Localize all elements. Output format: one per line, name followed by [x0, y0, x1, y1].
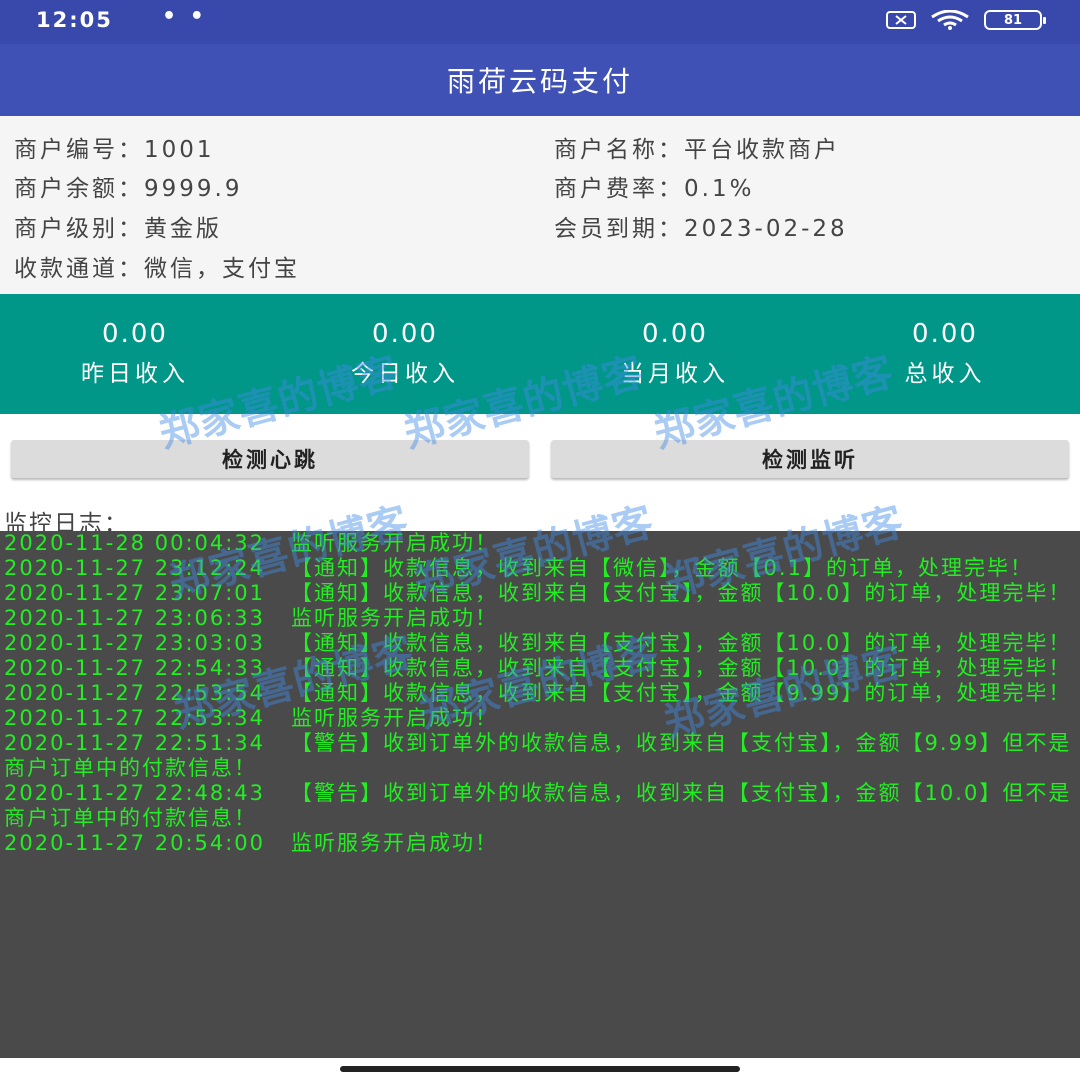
status-bar: 12:05 • • 81 [0, 0, 1080, 44]
merchant-info-panel: 商户编号：1001 商户名称：平台收款商户 商户余额：9999.9 商户费率：0… [0, 116, 1080, 294]
log-entry: 2020-11-27 22:53:34 监听服务开启成功！ [4, 706, 499, 730]
notification-dots: • • [162, 4, 207, 29]
app-title: 雨荷云码支付 [446, 65, 633, 98]
merchant-level: 商户级别：黄金版 [14, 216, 222, 242]
income-stats-panel: 0.00 昨日收入 0.00 今日收入 0.00 当月收入 0.00 总收入 [0, 294, 1080, 414]
log-panel[interactable]: 2020-11-28 00:04:32 监听服务开启成功！ 2020-11-27 … [0, 531, 1080, 1058]
log-entry: 2020-11-27 23:03:03 【通知】收款信息，收到来自【支付宝】，金… [4, 631, 1072, 655]
log-entry: 2020-11-27 22:48:43 【警告】收到订单外的收款信息，收到来自【… [4, 781, 1072, 830]
status-icons: 81 [886, 10, 1046, 30]
app-bar: 雨荷云码支付 [0, 44, 1080, 116]
check-heartbeat-button[interactable]: 检测心跳 [11, 440, 529, 478]
stat-total: 0.00 总收入 [810, 314, 1080, 394]
membership-expiry: 会员到期：2023-02-28 [554, 216, 848, 242]
merchant-id: 商户编号：1001 [14, 137, 215, 163]
stat-month: 0.00 当月收入 [540, 314, 810, 394]
log-entry: 2020-11-27 22:51:34 【警告】收到订单外的收款信息，收到来自【… [4, 731, 1072, 780]
log-entry: 2020-11-28 00:04:32 监听服务开启成功！ [4, 531, 499, 555]
stat-value: 0.00 [102, 319, 168, 349]
log-entry: 2020-11-27 23:06:33 监听服务开启成功！ [4, 606, 499, 630]
log-entry: 2020-11-27 22:53:54 【通知】收款信息，收到来自【支付宝】，金… [4, 681, 1072, 705]
stat-value: 0.00 [642, 319, 708, 349]
stat-value: 0.00 [912, 319, 978, 349]
wifi-icon [931, 10, 969, 30]
status-time: 12:05 [36, 8, 113, 32]
check-listener-button[interactable]: 检测监听 [551, 440, 1069, 478]
stat-yesterday: 0.00 昨日收入 [0, 314, 270, 394]
log-entry: 2020-11-27 23:12:24 【通知】收款信息，收到来自【微信】，金额… [4, 556, 1033, 580]
stat-today: 0.00 今日收入 [270, 314, 540, 394]
stat-label: 当月收入 [621, 361, 729, 387]
stat-label: 今日收入 [351, 361, 459, 387]
stat-label: 昨日收入 [81, 361, 189, 387]
merchant-rate: 商户费率：0.1% [554, 176, 755, 202]
battery-level: 81 [1003, 12, 1023, 28]
log-entry: 2020-11-27 23:07:01 【通知】收款信息，收到来自【支付宝】，金… [4, 581, 1072, 605]
stat-value: 0.00 [372, 319, 438, 349]
merchant-name: 商户名称：平台收款商户 [554, 137, 840, 163]
gesture-nav-handle[interactable] [340, 1066, 740, 1072]
log-entry: 2020-11-27 22:54:33 【通知】收款信息，收到来自【支付宝】，金… [4, 656, 1072, 680]
payment-channels: 收款通道：微信，支付宝 [14, 256, 300, 282]
log-entry: 2020-11-27 20:54:00 监听服务开启成功！ [4, 831, 499, 855]
no-sim-icon [886, 11, 916, 29]
stat-label: 总收入 [904, 361, 986, 387]
battery-icon: 81 [984, 10, 1046, 30]
merchant-balance: 商户余额：9999.9 [14, 176, 243, 202]
